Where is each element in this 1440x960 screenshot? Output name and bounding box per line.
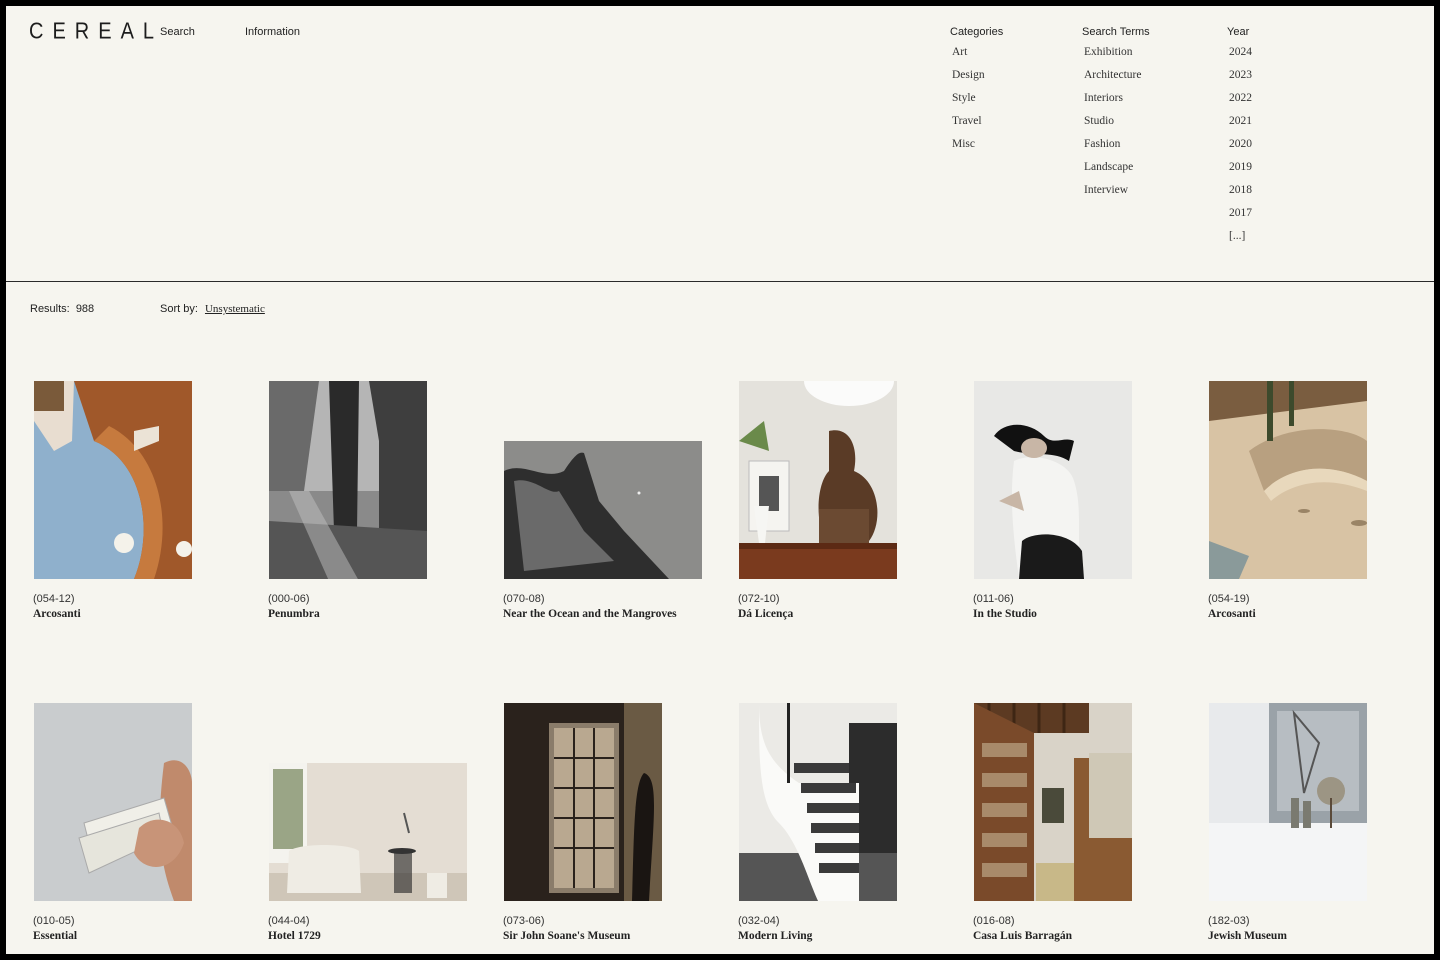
filter-year-2018[interactable]: 2018 <box>1227 183 1252 206</box>
article-thumbnail[interactable] <box>504 441 702 579</box>
filter-category-misc[interactable]: Misc <box>950 137 1003 160</box>
filter-categories: Categories Art Design Style Travel Misc <box>950 26 1003 160</box>
filter-year-heading: Year <box>1227 26 1250 38</box>
filter-term-studio[interactable]: Studio <box>1082 114 1150 137</box>
sort-control: Sort by: Unsystematic <box>160 303 265 315</box>
nav-search[interactable]: Search <box>160 26 195 38</box>
filter-year-2017[interactable]: 2017 <box>1227 206 1252 229</box>
filter-term-exhibition[interactable]: Exhibition <box>1082 45 1150 68</box>
nav-information[interactable]: Information <box>245 26 300 38</box>
article-thumbnail[interactable] <box>974 381 1132 579</box>
filter-term-landscape[interactable]: Landscape <box>1082 160 1150 183</box>
results-count: Results: 988 <box>30 303 94 315</box>
article-thumbnail[interactable] <box>269 763 467 901</box>
results-label: Results: <box>30 303 70 315</box>
page-frame: CEREAL Search Information Categories Art… <box>6 6 1434 954</box>
filter-term-fashion[interactable]: Fashion <box>1082 137 1150 160</box>
article-code: (182-03) <box>1208 915 1250 927</box>
filter-year: Year 2024 2023 2022 2021 2020 2019 2018 … <box>1227 26 1252 252</box>
article-code: (010-05) <box>33 915 75 927</box>
article-title[interactable]: Near the Ocean and the Mangroves <box>503 608 677 620</box>
filter-year-2023[interactable]: 2023 <box>1227 68 1252 91</box>
article-thumbnail[interactable] <box>739 703 897 901</box>
filter-year-2022[interactable]: 2022 <box>1227 91 1252 114</box>
filter-term-interiors[interactable]: Interiors <box>1082 91 1150 114</box>
article-code: (011-06) <box>973 593 1014 605</box>
article-code: (054-12) <box>33 593 75 605</box>
filter-category-travel[interactable]: Travel <box>950 114 1003 137</box>
article-title[interactable]: Arcosanti <box>33 608 81 620</box>
filter-year-more[interactable]: [...] <box>1227 229 1252 252</box>
article-code: (070-08) <box>503 593 545 605</box>
article-title[interactable]: Modern Living <box>738 930 812 942</box>
article-code: (000-06) <box>268 593 310 605</box>
article-code: (044-04) <box>268 915 310 927</box>
article-title[interactable]: Sir John Soane's Museum <box>503 930 630 942</box>
article-title[interactable]: Dá Licença <box>738 608 793 620</box>
filter-category-design[interactable]: Design <box>950 68 1003 91</box>
results-value: 988 <box>75 303 95 315</box>
filter-year-2019[interactable]: 2019 <box>1227 160 1252 183</box>
article-title[interactable]: Essential <box>33 930 77 942</box>
article-thumbnail[interactable] <box>504 703 662 901</box>
article-code: (054-19) <box>1208 593 1250 605</box>
filter-category-art[interactable]: Art <box>950 45 1003 68</box>
article-code: (016-08) <box>973 915 1015 927</box>
header-divider <box>6 281 1434 282</box>
article-thumbnail[interactable] <box>739 381 897 579</box>
article-thumbnail[interactable] <box>1209 703 1367 901</box>
article-title[interactable]: Casa Luis Barragán <box>973 930 1072 942</box>
filter-term-interview[interactable]: Interview <box>1082 183 1150 206</box>
article-code: (073-06) <box>503 915 545 927</box>
filter-term-architecture[interactable]: Architecture <box>1082 68 1150 91</box>
article-code: (072-10) <box>738 593 780 605</box>
article-thumbnail[interactable] <box>1209 381 1367 579</box>
article-code: (032-04) <box>738 915 780 927</box>
filter-category-style[interactable]: Style <box>950 91 1003 114</box>
cereal-logo[interactable]: CEREAL <box>29 19 163 45</box>
filter-search-terms: Search Terms Exhibition Architecture Int… <box>1082 26 1150 206</box>
sort-label: Sort by: <box>160 303 198 315</box>
filter-year-2021[interactable]: 2021 <box>1227 114 1252 137</box>
filter-search-terms-heading: Search Terms <box>1082 26 1150 38</box>
sort-dropdown[interactable]: Unsystematic <box>205 303 265 315</box>
filter-year-2020[interactable]: 2020 <box>1227 137 1252 160</box>
article-thumbnail[interactable] <box>974 703 1132 901</box>
article-title[interactable]: Jewish Museum <box>1208 930 1287 942</box>
article-title[interactable]: Penumbra <box>268 608 320 620</box>
article-thumbnail[interactable] <box>269 381 427 579</box>
article-thumbnail[interactable] <box>34 703 192 901</box>
article-thumbnail[interactable] <box>34 381 192 579</box>
article-title[interactable]: Hotel 1729 <box>268 930 321 942</box>
filter-categories-heading: Categories <box>950 26 1004 38</box>
filter-year-2024[interactable]: 2024 <box>1227 45 1252 68</box>
article-title[interactable]: Arcosanti <box>1208 608 1256 620</box>
article-title[interactable]: In the Studio <box>973 608 1037 620</box>
